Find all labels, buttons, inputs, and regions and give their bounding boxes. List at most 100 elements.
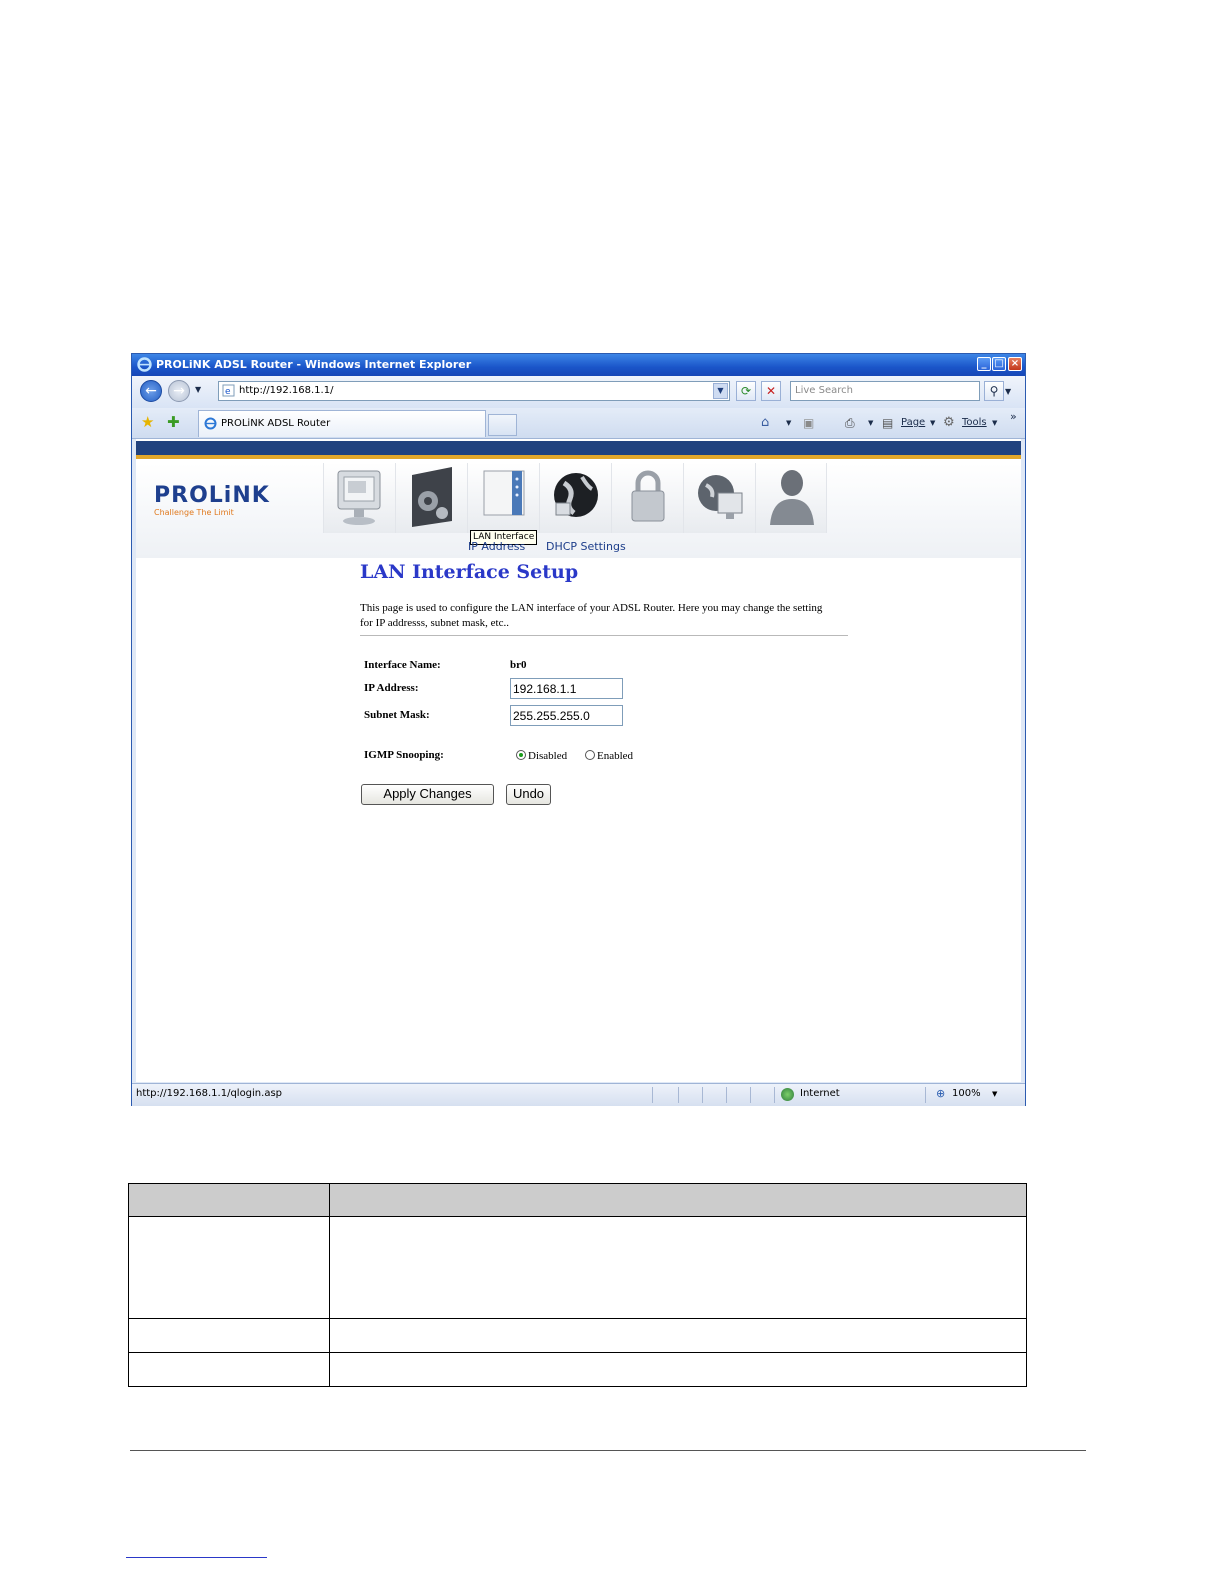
prolink-logo: PROLiNK Challenge The Limit: [154, 483, 270, 517]
radio-selected-icon: [516, 750, 526, 760]
stop-icon[interactable]: ✕: [761, 381, 781, 401]
chevron-more-icon[interactable]: »: [1010, 408, 1017, 426]
table-row: [128, 1216, 1027, 1319]
logo-tagline: Challenge The Limit: [154, 508, 234, 517]
forward-button[interactable]: →: [168, 380, 190, 402]
browser-window: PROLiNK ADSL Router - Windows Internet E…: [131, 353, 1026, 1106]
admin-icon[interactable]: [755, 463, 827, 533]
maximize-button[interactable]: □: [992, 357, 1006, 371]
description-table: [128, 1183, 1027, 1387]
status-divider: [652, 1087, 653, 1103]
ip-address-input[interactable]: [510, 678, 623, 699]
new-tab-button[interactable]: [488, 414, 517, 436]
table-row: [128, 1352, 1027, 1387]
header-accent-stripe: [136, 455, 1021, 459]
svg-text:e: e: [225, 387, 231, 397]
wan-icon[interactable]: [539, 463, 611, 533]
page-icon: e: [222, 384, 235, 397]
table-cell: [329, 1216, 1027, 1319]
tools-menu[interactable]: Tools: [962, 414, 987, 432]
table-row: [128, 1318, 1027, 1353]
address-bar[interactable]: e http://192.168.1.1/ ▼: [218, 381, 730, 401]
page-menu[interactable]: Page: [901, 414, 925, 432]
logo-brand: PROLiNK: [154, 483, 270, 508]
subnet-mask-input[interactable]: [510, 705, 623, 726]
status-divider: [925, 1087, 926, 1103]
igmp-enabled-label: Enabled: [597, 750, 634, 762]
ie-logo-icon: [137, 357, 152, 372]
status-zone: Internet: [800, 1088, 840, 1099]
internet-icon[interactable]: [683, 463, 755, 533]
igmp-snooping-label: IGMP Snooping:: [364, 749, 444, 761]
table-header-cell: [128, 1183, 330, 1217]
page-viewport: PROLiNK Challenge The Limit LAN Interfac…: [136, 439, 1021, 1082]
header-stripe: [136, 441, 1021, 455]
table-cell: [329, 1318, 1027, 1353]
table-header-cell: [329, 1183, 1027, 1217]
print-dropdown-icon[interactable]: ▼: [868, 414, 873, 432]
apply-changes-button[interactable]: Apply Changes: [361, 784, 494, 805]
divider: [360, 635, 848, 636]
minimize-button[interactable]: _: [977, 357, 991, 371]
security-icon[interactable]: [611, 463, 683, 533]
home-icon[interactable]: ⌂: [761, 414, 769, 432]
gear-icon: ⚙: [943, 415, 955, 430]
print-icon[interactable]: ⎙: [845, 414, 855, 432]
status-divider: [774, 1087, 775, 1103]
table-cell: [128, 1352, 330, 1387]
router-header: PROLiNK Challenge The Limit LAN Interfac…: [136, 463, 1021, 558]
back-button[interactable]: ←: [140, 380, 162, 402]
igmp-enabled-radio[interactable]: Enabled: [585, 750, 633, 762]
zoom-level[interactable]: 100%: [952, 1084, 981, 1104]
feeds-icon[interactable]: ▣: [803, 414, 814, 432]
search-options-icon[interactable]: ▼: [1005, 387, 1011, 396]
ie-tab-icon: [204, 417, 217, 430]
address-url: http://192.168.1.1/: [239, 385, 334, 396]
setup-icon[interactable]: [395, 463, 467, 533]
tab-label: PROLiNK ADSL Router: [221, 418, 331, 429]
page-description: This page is used to configure the LAN i…: [360, 602, 823, 629]
tab-bar: ★ ✚ PROLiNK ADSL Router ⌂ ▼ ▣ ⎙ ▼ ▤ Page…: [132, 408, 1025, 439]
zoom-icon[interactable]: ⊕: [936, 1084, 945, 1104]
lan-interface-icon[interactable]: [467, 463, 539, 533]
igmp-disabled-label: Disabled: [528, 750, 568, 762]
undo-button[interactable]: Undo: [506, 784, 551, 805]
interface-name-value: br0: [510, 659, 527, 671]
status-url: http://192.168.1.1/qlogin.asp: [136, 1088, 283, 1099]
page-title: LAN Interface Setup: [360, 561, 579, 583]
subnet-mask-label: Subnet Mask:: [364, 709, 430, 721]
close-button[interactable]: ×: [1008, 357, 1022, 371]
home-dropdown-icon[interactable]: ▼: [786, 414, 791, 432]
internet-zone-icon: [781, 1088, 794, 1101]
submenu-dhcp-settings[interactable]: DHCP Settings: [546, 540, 626, 553]
page-menu-icon: ▤: [882, 416, 894, 430]
status-divider: [750, 1087, 751, 1103]
interface-name-label: Interface Name:: [364, 659, 441, 671]
table-cell: [128, 1216, 330, 1319]
search-icon[interactable]: ⚲: [984, 381, 1004, 401]
table-cell: [128, 1318, 330, 1353]
tools-dropdown-icon[interactable]: ▼: [992, 414, 997, 432]
zoom-dropdown-icon[interactable]: ▼: [992, 1084, 997, 1104]
favorites-star-icon[interactable]: ★: [141, 413, 154, 431]
footer-link-underline: [126, 1557, 267, 1558]
status-divider: [702, 1087, 703, 1103]
address-dropdown-icon[interactable]: ▼: [713, 383, 728, 399]
status-divider: [726, 1087, 727, 1103]
page-dropdown-icon[interactable]: ▼: [930, 414, 935, 432]
refresh-icon[interactable]: ⟳: [736, 381, 756, 401]
add-favorite-icon[interactable]: ✚: [167, 413, 180, 431]
igmp-disabled-radio[interactable]: Disabled: [516, 750, 567, 762]
table-header-row: [128, 1183, 1027, 1217]
tab-prolink[interactable]: PROLiNK ADSL Router: [198, 410, 486, 437]
history-dropdown-icon[interactable]: ▼: [195, 385, 201, 394]
status-icon[interactable]: [323, 463, 395, 533]
title-bar: PROLiNK ADSL Router - Windows Internet E…: [132, 354, 1025, 376]
window-title: PROLiNK ADSL Router - Windows Internet E…: [156, 358, 472, 371]
footer-divider: [130, 1450, 1086, 1451]
navigation-bar: ← → ▼ e http://192.168.1.1/ ▼ ⟳ ✕ Live S…: [132, 376, 1025, 408]
table-cell: [329, 1352, 1027, 1387]
submenu-ip-address[interactable]: IP Address: [468, 540, 525, 553]
search-input[interactable]: Live Search: [790, 381, 980, 401]
radio-unselected-icon: [585, 750, 595, 760]
